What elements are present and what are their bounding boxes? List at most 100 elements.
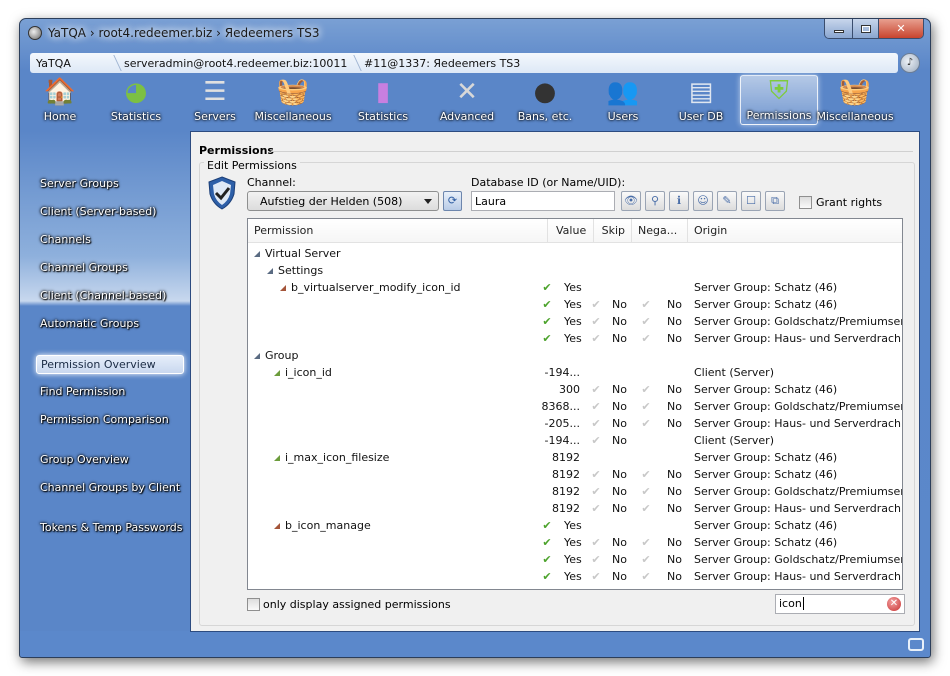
negate-check-icon[interactable]: ✔ <box>640 398 652 415</box>
restore-window-icon[interactable] <box>908 638 924 651</box>
table-row[interactable]: ✔ Yes ✔ No ✔ No Server Group: Schatz (46) <box>248 534 902 551</box>
sidebar-item-server-groups[interactable]: Server Groups <box>36 175 123 192</box>
table-row[interactable]: 8192 ✔ No ✔ No Server Group: Haus- und Server… <box>248 500 902 517</box>
tree-node[interactable]: b_icon_manage <box>274 517 371 534</box>
toolbar-button-servers[interactable]: ☰ Servers <box>182 75 248 125</box>
negate-check-icon[interactable]: ✔ <box>640 500 652 517</box>
table-row[interactable]: ✔ Yes ✔ No ✔ No Server Group: Haus- und Server… <box>248 568 902 585</box>
expand-triangle-icon[interactable] <box>280 285 286 291</box>
table-row[interactable]: Settings <box>248 262 902 279</box>
only-assigned-checkbox[interactable] <box>247 598 260 611</box>
negate-check-icon[interactable]: ✔ <box>640 415 652 432</box>
table-row[interactable]: b_icon_manage ✔ Yes Server Group: Schatz (4… <box>248 517 902 534</box>
table-row[interactable]: i_max_icon_filesize 8192 Server Group: Sch… <box>248 449 902 466</box>
view-button[interactable]: 👁 <box>621 191 641 211</box>
sidebar-item-automatic-groups[interactable]: Automatic Groups <box>36 315 143 332</box>
sidebar-item-channel-groups-by-client[interactable]: Channel Groups by Client <box>36 479 184 496</box>
skip-check-icon[interactable]: ✔ <box>590 500 602 517</box>
only-assigned-option[interactable]: only display assigned permissions <box>247 598 451 611</box>
skip-check-icon[interactable]: ✔ <box>590 551 602 568</box>
skip-check-icon[interactable]: ✔ <box>590 483 602 500</box>
expand-triangle-icon[interactable] <box>254 353 260 359</box>
tree-node[interactable]: i_icon_id <box>274 364 332 381</box>
sidebar-item-permission-comparison[interactable]: Permission Comparison <box>36 411 173 428</box>
sidebar-item-find-permission[interactable]: Find Permission <box>36 383 129 400</box>
table-row[interactable]: 300 ✔ No ✔ No Server Group: Schatz (46) <box>248 381 902 398</box>
sidebar-item-channels[interactable]: Channels <box>36 231 95 248</box>
column-header-negate[interactable]: Nega... <box>632 219 688 243</box>
tree-node[interactable]: Group <box>254 347 299 364</box>
user-card-button[interactable]: ☐ <box>741 191 761 211</box>
group-button[interactable]: ☺ <box>693 191 713 211</box>
skip-check-icon[interactable]: ✔ <box>590 432 602 449</box>
table-row[interactable]: ✔ Yes ✔ No ✔ No Server Group: Goldschatz/Premi… <box>248 551 902 568</box>
expand-triangle-icon[interactable] <box>254 251 260 257</box>
expand-triangle-icon[interactable] <box>274 455 280 461</box>
tree-node[interactable]: Settings <box>267 262 323 279</box>
sidebar-item-tokens-temp-passwords[interactable]: Tokens & Temp Passwords <box>36 519 187 536</box>
toolbar-button-miscellaneous[interactable]: 🧺 Miscellaneous <box>248 75 338 125</box>
toolbar-button-miscellaneous[interactable]: 🧺 Miscellaneous <box>816 75 893 125</box>
negate-check-icon[interactable]: ✔ <box>640 381 652 398</box>
skip-check-icon[interactable]: ✔ <box>590 398 602 415</box>
negate-check-icon[interactable]: ✔ <box>640 466 652 483</box>
table-row[interactable]: b_virtualserver_modify_icon_id ✔ Yes Server… <box>248 279 902 296</box>
sidebar-item-client-server-based[interactable]: Client (Server-based) <box>36 203 160 220</box>
channel-select[interactable]: Aufstieg der Helden (508) <box>247 191 439 211</box>
table-row[interactable]: -205... ✔ No ✔ No Server Group: Haus- und Ser… <box>248 415 902 432</box>
tree-node[interactable]: i_max_icon_filesize <box>274 449 389 466</box>
negate-check-icon[interactable]: ✔ <box>640 534 652 551</box>
column-header-permission[interactable]: Permission <box>248 219 548 243</box>
table-row[interactable]: ✔ Yes ✔ No ✔ No Server Group: Haus- und Server… <box>248 330 902 347</box>
skip-check-icon[interactable]: ✔ <box>590 330 602 347</box>
table-row[interactable]: 8368... ✔ No ✔ No Server Group: Goldschatz/Pr… <box>248 398 902 415</box>
column-header-skip[interactable]: Skip <box>594 219 632 243</box>
table-row[interactable]: 8192 ✔ No ✔ No Server Group: Schatz (46) <box>248 466 902 483</box>
skip-check-icon[interactable]: ✔ <box>590 313 602 330</box>
table-row[interactable]: -194... ✔ No Client (Server) <box>248 432 902 449</box>
teamspeak-icon[interactable]: ♪ <box>900 53 920 73</box>
sidebar-item-group-overview[interactable]: Group Overview <box>36 451 133 468</box>
grant-rights-checkbox[interactable] <box>799 196 812 209</box>
clear-search-icon[interactable]: ✕ <box>887 597 901 611</box>
negate-check-icon[interactable]: ✔ <box>640 313 652 330</box>
negate-check-icon[interactable]: ✔ <box>640 568 652 585</box>
column-header-origin[interactable]: Origin <box>688 219 902 243</box>
close-button[interactable]: ✕ <box>879 19 923 38</box>
table-row[interactable]: 8192 ✔ No ✔ No Server Group: Goldschatz/Premi… <box>248 483 902 500</box>
tree-node[interactable]: b_virtualserver_modify_icon_id <box>280 279 461 296</box>
toolbar-button-users[interactable]: 👥 Users <box>584 75 662 125</box>
breadcrumb-item[interactable]: YaTQA <box>30 53 118 73</box>
table-row[interactable]: Group <box>248 347 902 364</box>
minimize-button[interactable] <box>825 19 853 38</box>
toolbar-button-statistics[interactable]: ◕ Statistics <box>90 75 182 125</box>
expand-triangle-icon[interactable] <box>274 370 280 376</box>
toolbar-button-advanced[interactable]: ✕ Advanced <box>428 75 506 125</box>
copy-button[interactable]: ⧉ <box>765 191 785 211</box>
table-row[interactable]: i_icon_id -194... Client (Server) <box>248 364 902 381</box>
edit-user-button[interactable]: ✎ <box>717 191 737 211</box>
breadcrumb-item[interactable]: #11@1337: Яedeemers TS3 <box>358 53 534 73</box>
breadcrumb-item[interactable]: serveradmin@root4.redeemer.biz:10011 <box>118 53 358 73</box>
sidebar-item-client-channel-based[interactable]: Client (Channel-based) <box>36 287 170 304</box>
info-button[interactable]: ℹ <box>669 191 689 211</box>
skip-check-icon[interactable]: ✔ <box>590 415 602 432</box>
table-row[interactable]: ✔ Yes ✔ No ✔ No Server Group: Goldschatz/Premi… <box>248 313 902 330</box>
table-row[interactable]: Virtual Server <box>248 245 902 262</box>
skip-check-icon[interactable]: ✔ <box>590 296 602 313</box>
negate-check-icon[interactable]: ✔ <box>640 483 652 500</box>
column-header-value[interactable]: Value <box>548 219 594 243</box>
tree-node[interactable]: Virtual Server <box>254 245 341 262</box>
sidebar-item-permission-overview[interactable]: Permission Overview <box>36 355 184 374</box>
expand-triangle-icon[interactable] <box>267 268 273 274</box>
expand-triangle-icon[interactable] <box>274 523 280 529</box>
grant-rights-option[interactable]: Grant rights <box>799 196 882 209</box>
toolbar-button-permissions[interactable]: ⛨ Permissions <box>740 75 818 125</box>
negate-check-icon[interactable]: ✔ <box>640 296 652 313</box>
refresh-button[interactable]: ⟳ <box>443 191 462 211</box>
toolbar-button-home[interactable]: 🏠 Home <box>30 75 90 125</box>
sidebar-item-channel-groups[interactable]: Channel Groups <box>36 259 132 276</box>
maximize-button[interactable] <box>853 19 879 38</box>
skip-check-icon[interactable]: ✔ <box>590 534 602 551</box>
skip-check-icon[interactable]: ✔ <box>590 568 602 585</box>
